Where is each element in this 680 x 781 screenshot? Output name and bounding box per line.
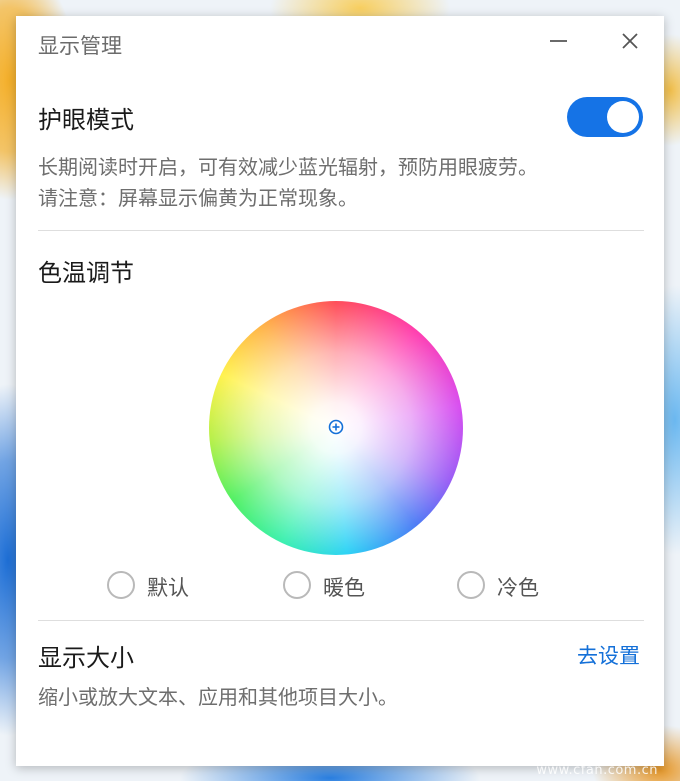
dialog-title: 显示管理: [38, 34, 122, 58]
eye-care-description-line2: 请注意：屏幕显示偏黄为正常现象。: [38, 186, 358, 210]
display-size-title: 显示大小: [38, 644, 134, 672]
minimize-icon: [550, 40, 567, 42]
eye-care-title: 护眼模式: [38, 106, 134, 134]
watermark: www.cfan.com.cn: [536, 763, 658, 778]
radio-circle[interactable]: [107, 571, 135, 599]
display-size-settings-link[interactable]: 去设置: [577, 640, 640, 670]
radio-label-cool: 冷色: [497, 576, 539, 600]
display-management-dialog: 显示管理 护眼模式 长期阅读时开启，可有效减少蓝光辐射，预防用眼疲劳。 请注意：…: [16, 16, 664, 766]
toggle-knob: [607, 101, 639, 133]
color-temperature-title: 色温调节: [38, 259, 134, 287]
eye-care-toggle[interactable]: [567, 97, 643, 137]
section-divider: [38, 230, 644, 231]
eye-care-description-line1: 长期阅读时开启，可有效减少蓝光辐射，预防用眼疲劳。: [38, 155, 538, 179]
radio-label-warm: 暖色: [323, 576, 365, 600]
display-size-description: 缩小或放大文本、应用和其他项目大小。: [38, 685, 398, 709]
radio-circle[interactable]: [283, 571, 311, 599]
minimize-button[interactable]: [542, 26, 574, 58]
crosshair-icon[interactable]: [328, 419, 344, 435]
radio-circle[interactable]: [457, 571, 485, 599]
close-icon: [622, 33, 638, 49]
close-button[interactable]: [614, 26, 646, 58]
section-divider: [38, 620, 644, 621]
radio-label-default: 默认: [147, 576, 189, 600]
